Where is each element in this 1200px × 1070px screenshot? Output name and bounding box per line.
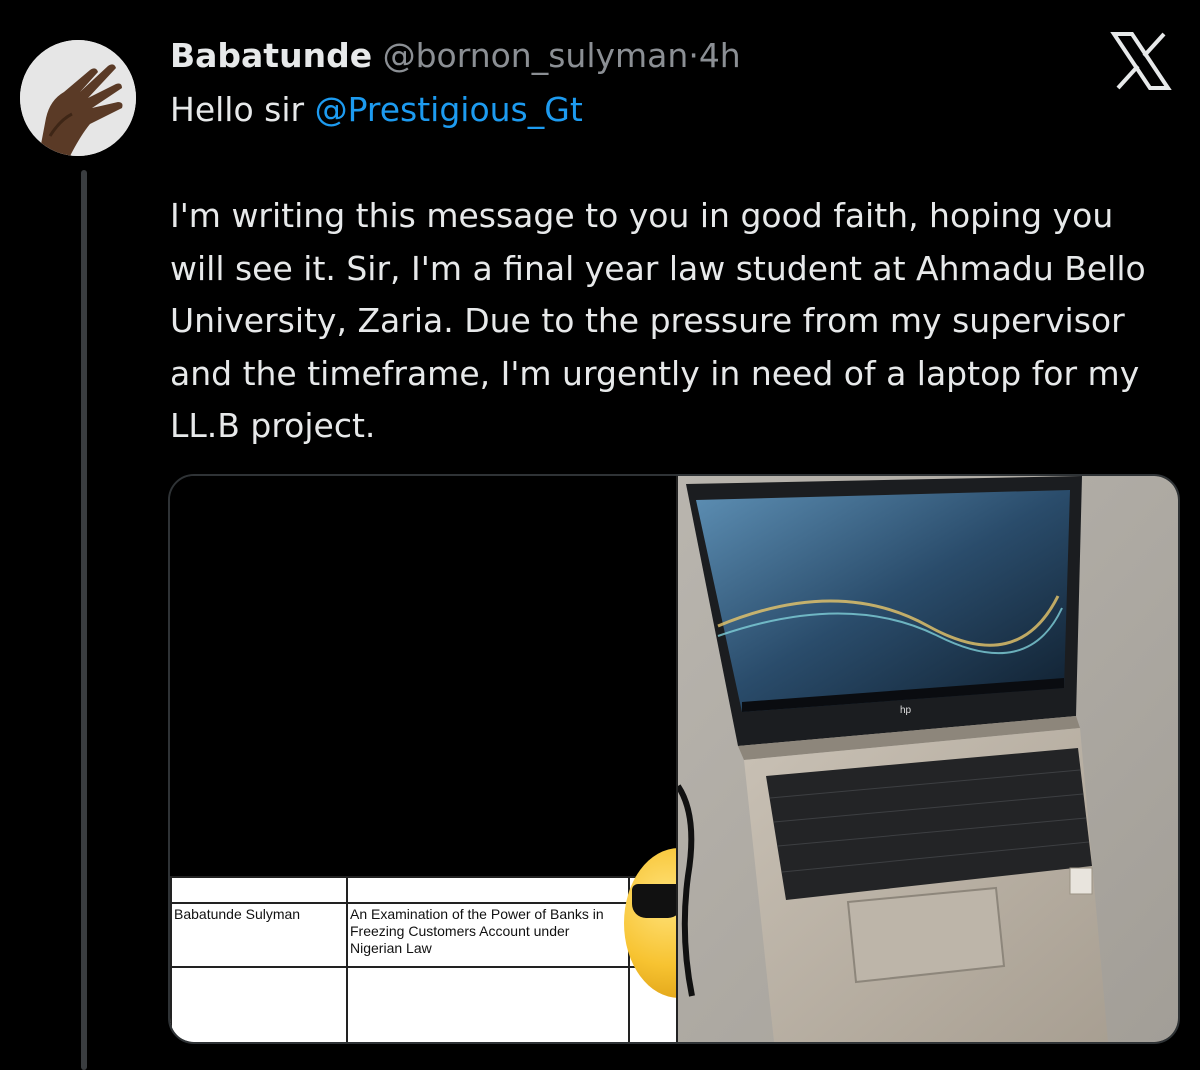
x-logo-icon[interactable] [1110, 30, 1172, 92]
document-table: Babatunde Sulyman An Examination of the … [170, 876, 678, 1042]
table-rule [170, 876, 172, 1042]
thread-line [81, 170, 87, 1070]
greeting-line: Hello sir @Prestigious_Gt [170, 84, 583, 136]
laptop-brand-logo: hp [900, 705, 912, 716]
timestamp[interactable]: 4h [699, 36, 741, 75]
laptop-photo: hp [675, 476, 1178, 1042]
media-document-screenshot[interactable]: Babatunde Sulyman An Examination of the … [170, 476, 734, 1042]
user-handle[interactable]: @bornon_sulyman [383, 36, 689, 75]
project-topic-cell: An Examination of the Power of Banks in … [350, 906, 604, 956]
tweet-footer [170, 1050, 280, 1070]
tweet: Babatunde @bornon_sulyman·4h Hello sir @… [0, 0, 1200, 1070]
separator-dot: · [688, 36, 699, 75]
media-laptop-photo[interactable]: hp [675, 476, 1178, 1042]
table-rule [170, 902, 678, 904]
hand-photo [20, 40, 136, 156]
sunglasses-icon [632, 884, 682, 918]
avatar[interactable] [20, 40, 136, 156]
tweet-body: I'm writing this message to you in good … [170, 196, 1146, 445]
tweet-header: Babatunde @bornon_sulyman·4h [170, 30, 741, 82]
table-rule [170, 876, 678, 878]
media-grid[interactable]: Babatunde Sulyman An Examination of the … [168, 474, 1180, 1044]
greeting-text: Hello sir [170, 90, 315, 129]
table-rule [346, 876, 348, 1042]
mention-link[interactable]: @Prestigious_Gt [315, 90, 583, 129]
student-name-cell: Babatunde Sulyman [174, 906, 301, 922]
display-name[interactable]: Babatunde [170, 36, 372, 75]
table-rule [170, 966, 678, 968]
